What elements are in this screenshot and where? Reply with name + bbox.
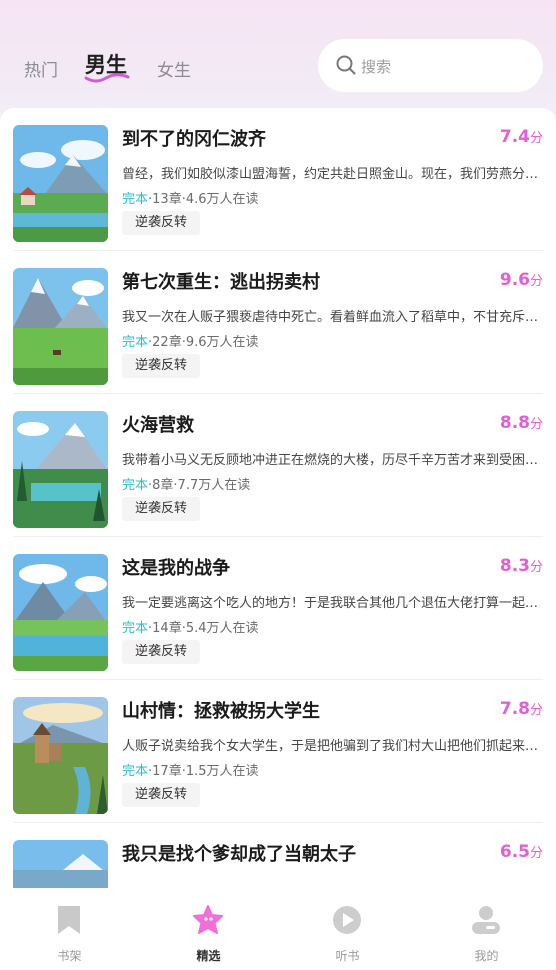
book-cover[interactable] bbox=[13, 697, 108, 814]
star-icon bbox=[193, 905, 223, 934]
book-status: 完本 bbox=[122, 764, 149, 779]
book-list: 到不了的冈仁波齐 7.4分 曾经，我们如胶似漆山盟海誓，约定共赴日照金山。现在，… bbox=[0, 108, 556, 888]
book-info: ·17章·1.5万人在读 bbox=[148, 764, 259, 779]
score-unit: 分 bbox=[529, 131, 543, 146]
book-description: 人贩子说卖给我个女大学生，于是把他骗到了我们村大山把他们抓起来…… bbox=[122, 739, 542, 754]
book-cover[interactable] bbox=[13, 840, 108, 888]
search-icon bbox=[336, 55, 356, 75]
tabbar-item-featured[interactable]: 精选 bbox=[139, 888, 278, 970]
book-score: 7.4分 bbox=[500, 127, 543, 147]
tab-female[interactable]: 女生 bbox=[157, 56, 191, 81]
tabbar-label: 书架 bbox=[57, 949, 82, 963]
book-tag[interactable]: 逆袭反转 bbox=[122, 783, 201, 807]
tabbar-label: 我的 bbox=[474, 949, 499, 963]
book-description: 曾经，我们如胶似漆山盟海誓，约定共赴日照金山。现在，我们劳燕分飞…… bbox=[122, 167, 542, 182]
score-value: 7.4 bbox=[499, 127, 530, 147]
book-item[interactable]: 我只是找个爹却成了当朝太子 6.5分 bbox=[0, 823, 556, 888]
score-value: 7.8 bbox=[499, 699, 530, 719]
book-item[interactable]: 火海营救 8.8分 我带着小马义无反顾地冲进正在燃烧的大楼，历尽千辛万苦才来到受… bbox=[0, 394, 556, 537]
book-tag[interactable]: 逆袭反转 bbox=[122, 640, 201, 664]
book-info: ·14章·5.4万人在读 bbox=[148, 621, 259, 636]
book-item[interactable]: 第七次重生：逃出拐卖村 9.6分 我又一次在人贩子猥亵虐待中死亡。看着鲜血流入了… bbox=[0, 251, 556, 394]
user-icon bbox=[472, 906, 500, 934]
book-score: 8.8分 bbox=[500, 413, 543, 433]
book-cover[interactable] bbox=[13, 125, 108, 242]
tab-hot[interactable]: 热门 bbox=[24, 56, 58, 81]
header: 热门 男生 女生 搜索 bbox=[0, 0, 556, 120]
book-score: 7.8分 bbox=[500, 699, 543, 719]
book-info: ·13章·4.6万人在读 bbox=[148, 192, 259, 207]
book-meta: 完本·17章·1.5万人在读 bbox=[122, 760, 259, 779]
book-meta: 完本·22章·9.6万人在读 bbox=[122, 331, 259, 350]
book-status: 完本 bbox=[122, 335, 149, 350]
search-placeholder: 搜索 bbox=[361, 58, 392, 76]
book-item[interactable]: 这是我的战争 8.3分 我一定要逃离这个吃人的地方！于是我联合其他几个退伍大佬打… bbox=[0, 537, 556, 680]
book-title[interactable]: 到不了的冈仁波齐 bbox=[122, 125, 266, 151]
book-cover[interactable] bbox=[13, 411, 108, 528]
book-tag[interactable]: 逆袭反转 bbox=[122, 211, 201, 235]
book-status: 完本 bbox=[122, 621, 149, 636]
book-title[interactable]: 山村情：拯救被拐大学生 bbox=[122, 697, 320, 723]
score-value: 9.6 bbox=[499, 270, 530, 290]
tabbar-item-listen[interactable]: 听书 bbox=[278, 888, 417, 970]
tabbar-label: 精选 bbox=[196, 949, 221, 963]
book-title[interactable]: 第七次重生：逃出拐卖村 bbox=[122, 268, 320, 294]
score-unit: 分 bbox=[529, 846, 543, 861]
book-status: 完本 bbox=[122, 478, 149, 493]
book-item[interactable]: 到不了的冈仁波齐 7.4分 曾经，我们如胶似漆山盟海誓，约定共赴日照金山。现在，… bbox=[0, 108, 556, 251]
bottom-tab-bar: 书架 精选 听书 我的 bbox=[0, 888, 556, 970]
tabbar-item-bookshelf[interactable]: 书架 bbox=[0, 888, 139, 970]
book-item[interactable]: 山村情：拯救被拐大学生 7.8分 人贩子说卖给我个女大学生，于是把他骗到了我们村… bbox=[0, 680, 556, 823]
score-unit: 分 bbox=[529, 274, 543, 289]
book-description: 我一定要逃离这个吃人的地方！于是我联合其他几个退伍大佬打算一起…… bbox=[122, 596, 542, 611]
book-cover[interactable] bbox=[13, 268, 108, 385]
book-score: 8.3分 bbox=[500, 556, 543, 576]
score-unit: 分 bbox=[529, 417, 543, 432]
book-info: ·8章·7.7万人在读 bbox=[148, 478, 251, 493]
book-info: ·22章·9.6万人在读 bbox=[148, 335, 259, 350]
book-status: 完本 bbox=[122, 192, 149, 207]
score-unit: 分 bbox=[529, 560, 543, 575]
score-value: 8.8 bbox=[499, 413, 530, 433]
book-meta: 完本·8章·7.7万人在读 bbox=[122, 474, 250, 493]
tabbar-label: 听书 bbox=[335, 949, 360, 963]
book-score: 6.5分 bbox=[500, 842, 543, 862]
book-score: 9.6分 bbox=[500, 270, 543, 290]
book-meta: 完本·14章·5.4万人在读 bbox=[122, 617, 259, 636]
book-title[interactable]: 火海营救 bbox=[122, 411, 194, 437]
tabbar-item-me[interactable]: 我的 bbox=[417, 888, 556, 970]
search-bar[interactable]: 搜索 bbox=[318, 39, 543, 92]
book-meta: 完本·13章·4.6万人在读 bbox=[122, 188, 259, 207]
book-tag[interactable]: 逆袭反转 bbox=[122, 354, 201, 378]
score-value: 8.3 bbox=[499, 556, 530, 576]
book-title[interactable]: 这是我的战争 bbox=[122, 554, 230, 580]
score-unit: 分 bbox=[529, 703, 543, 718]
book-description: 我带着小马义无反顾地冲进正在燃烧的大楼，历尽千辛万苦才来到受困者…… bbox=[122, 453, 542, 468]
book-title[interactable]: 我只是找个爹却成了当朝太子 bbox=[122, 840, 356, 866]
tab-active-underline bbox=[84, 73, 130, 83]
score-value: 6.5 bbox=[499, 842, 530, 862]
book-cover[interactable] bbox=[13, 554, 108, 671]
book-tag[interactable]: 逆袭反转 bbox=[122, 497, 201, 521]
bookmark-icon bbox=[58, 906, 80, 934]
play-icon bbox=[333, 906, 361, 934]
book-description: 我又一次在人贩子猥亵虐待中死亡。看着鲜血流入了稻草中，不甘充斥着…… bbox=[122, 310, 542, 325]
